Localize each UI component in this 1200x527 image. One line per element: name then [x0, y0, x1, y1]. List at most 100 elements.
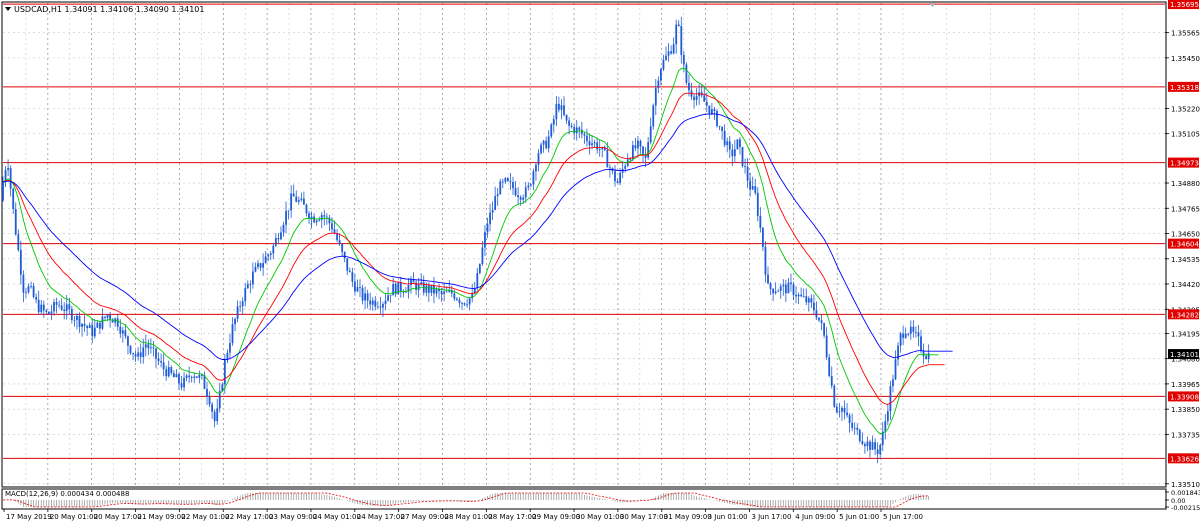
candle-body: [764, 246, 767, 275]
candle-body: [356, 287, 359, 292]
candle-body: [741, 147, 744, 167]
candle-body: [178, 374, 180, 384]
candle-body: [216, 408, 219, 422]
chart-window[interactable]: USDCAD,H1 1.34091 1.34106 1.34090 1.3410…: [0, 0, 1200, 523]
candle-body: [494, 196, 497, 211]
candle-body: [297, 200, 300, 202]
price-tick-label: 1.35450: [1171, 55, 1200, 63]
candle-body: [364, 293, 366, 301]
candle-body: [693, 96, 695, 101]
indicator-tick-label: 0.001843: [1171, 489, 1200, 497]
candle-body: [524, 187, 527, 198]
candle-body: [713, 109, 716, 112]
level-label: 1.34973: [1170, 160, 1199, 168]
level-label: 1.34282: [1170, 311, 1199, 319]
candle-body: [489, 212, 491, 225]
price-tick-label: 1.34765: [1171, 205, 1200, 213]
candle-body: [160, 361, 162, 363]
candle-body: [746, 166, 749, 181]
candle-body: [680, 25, 683, 55]
candle-body: [417, 283, 420, 291]
candle-body: [695, 96, 698, 101]
candle-body: [756, 192, 759, 216]
candle-body: [591, 143, 593, 146]
candle-body: [76, 315, 78, 320]
candle-body: [167, 367, 170, 377]
candle-body: [558, 103, 560, 110]
time-tick-label: 28 May 01:00: [445, 513, 493, 521]
candle-body: [841, 407, 843, 412]
candle-body: [124, 330, 127, 337]
time-tick-label: 23 May 09:00: [269, 513, 317, 521]
candle-body: [127, 336, 129, 346]
candle-body: [616, 181, 619, 183]
candle-body: [246, 284, 249, 289]
candle-body: [598, 149, 601, 150]
candle-body: [9, 168, 12, 189]
candle-body: [99, 322, 101, 329]
candle-body: [575, 127, 578, 134]
candle-body: [425, 285, 428, 293]
candle-body: [223, 359, 226, 385]
candle-body: [430, 284, 433, 293]
candle-body: [458, 299, 461, 303]
candle-body: [346, 258, 349, 271]
candle-body: [869, 441, 871, 450]
candle-body: [716, 111, 718, 126]
candle-body: [677, 24, 680, 26]
candle-body: [410, 279, 412, 286]
candle-body: [825, 335, 828, 358]
candle-body: [805, 296, 808, 303]
candle-body: [624, 165, 627, 169]
current-price-label: 1.34101: [1170, 351, 1199, 359]
candle-body: [522, 197, 525, 200]
candle-body: [440, 291, 443, 294]
candle-body: [864, 444, 866, 447]
level-label: 1.33626: [1170, 455, 1199, 463]
candle-body: [711, 109, 713, 114]
candle-body: [157, 358, 160, 362]
candle-body: [552, 119, 555, 125]
candle-body: [815, 310, 818, 318]
candle-body: [833, 385, 836, 407]
candle-body: [198, 374, 201, 378]
candle-body: [537, 153, 540, 165]
candle-body: [583, 134, 586, 136]
candle-body: [236, 306, 239, 319]
candle-body: [78, 315, 81, 327]
candle-body: [101, 316, 104, 329]
candle-body: [361, 287, 364, 301]
usdcad-h1-chart[interactable]: USDCAD,H1 1.34091 1.34106 1.34090 1.3410…: [0, 0, 1200, 523]
candle-body: [838, 411, 841, 413]
candle-body: [647, 142, 650, 158]
candle-body: [234, 318, 236, 325]
candle-body: [588, 141, 591, 146]
time-tick-label: 17 May 2019: [6, 513, 52, 521]
candle-body: [810, 298, 813, 303]
candle-body: [586, 135, 588, 142]
chart-title-group: USDCAD,H1 1.34091 1.34106 1.34090 1.3410…: [5, 5, 204, 14]
candle-body: [129, 345, 132, 354]
candle-body: [22, 274, 25, 293]
candle-body: [12, 188, 15, 210]
candle-body: [501, 181, 504, 183]
candle-body: [519, 197, 522, 200]
candle-body: [736, 139, 739, 150]
candle-body: [63, 309, 66, 311]
candle-body: [792, 284, 795, 295]
candle-body: [899, 333, 902, 346]
candle-body: [65, 304, 68, 311]
candle-body: [42, 304, 45, 311]
candle-body: [132, 353, 134, 355]
candle-body: [249, 284, 252, 285]
level-label: 1.34604: [1170, 241, 1199, 249]
candle-body: [389, 295, 392, 297]
price-tick-label: 1.33965: [1171, 381, 1200, 389]
candle-body: [550, 124, 553, 137]
candle-body: [504, 178, 507, 182]
candle-body: [912, 326, 915, 332]
candle-body: [886, 411, 889, 422]
candle-body: [290, 193, 293, 211]
candle-body: [305, 204, 308, 214]
candle-body: [823, 323, 825, 336]
